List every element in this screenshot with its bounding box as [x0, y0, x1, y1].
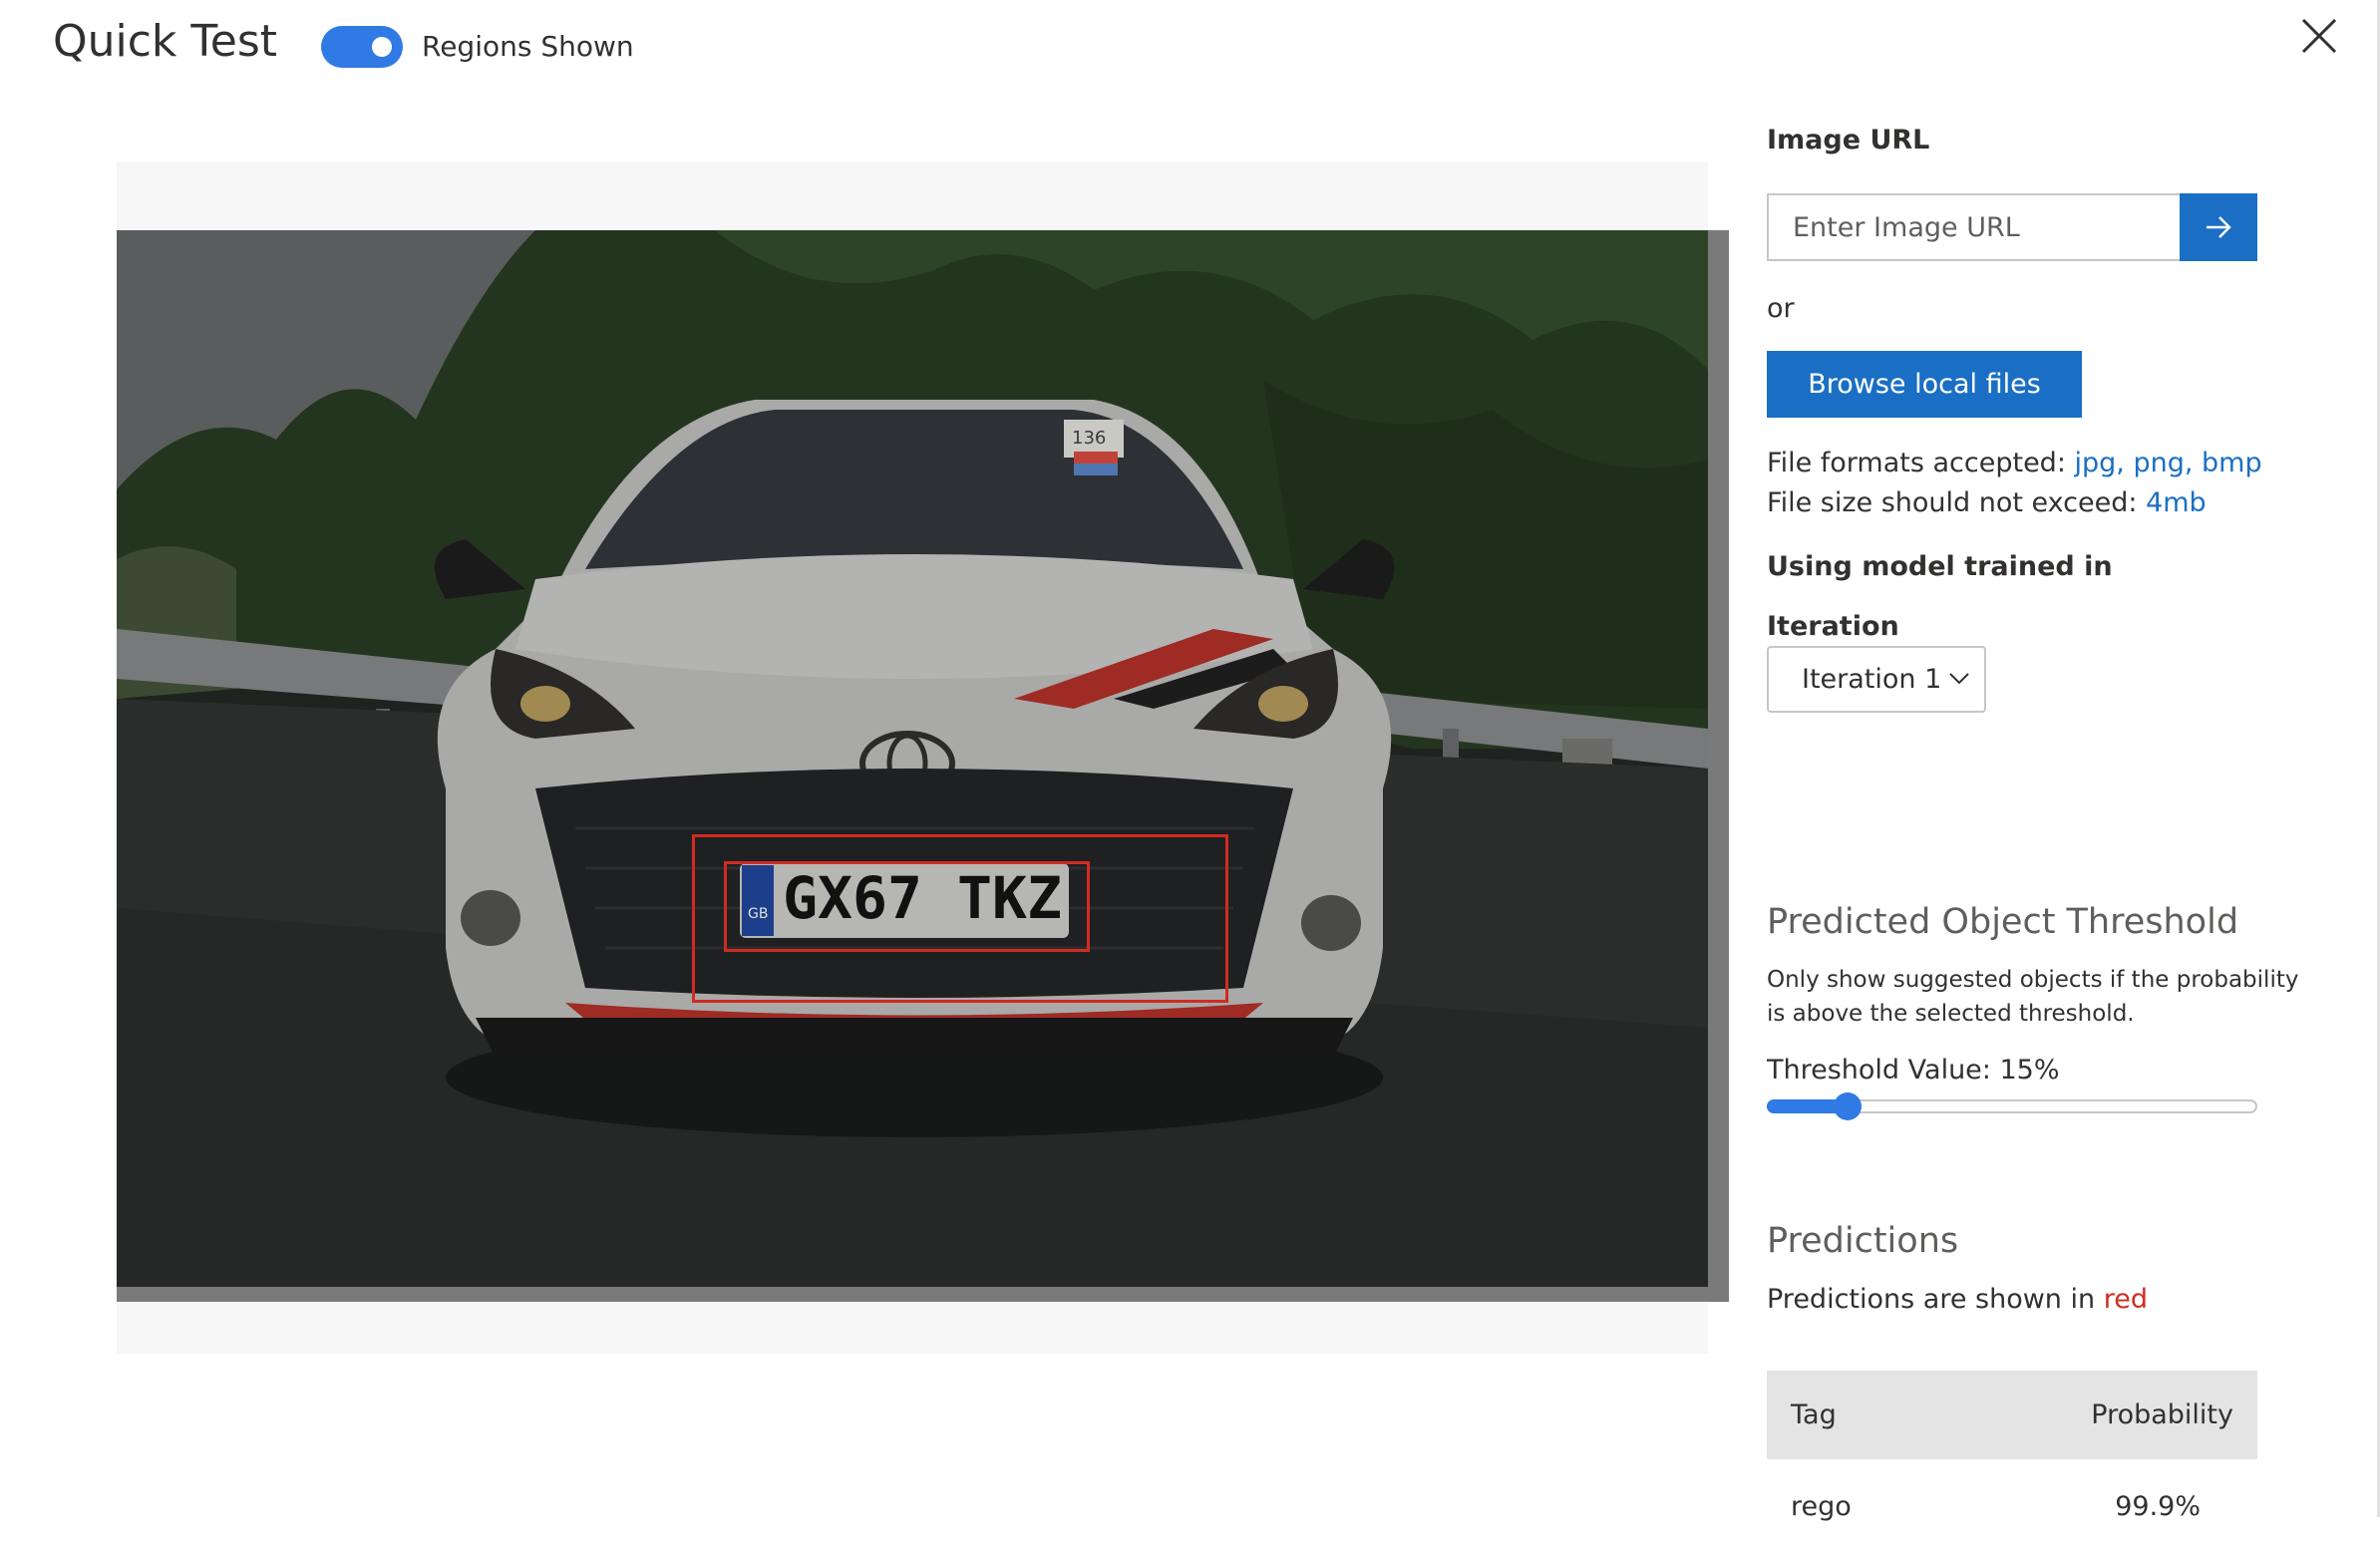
windshield-sticker: 136: [1072, 428, 1106, 449]
regions-toggle[interactable]: [321, 26, 403, 68]
or-text: or: [1767, 293, 1795, 324]
iteration-label: Iteration: [1767, 611, 1899, 642]
url-submit-button[interactable]: [2180, 193, 2257, 261]
prediction-region-plate: [724, 861, 1090, 952]
file-size-label: File size should not exceed:: [1767, 487, 2138, 518]
file-size-value: 4mb: [2146, 487, 2207, 518]
predictions-table: Tag Probability rego 99.9%: [1767, 1371, 2257, 1548]
slider-thumb[interactable]: [1834, 1092, 1862, 1120]
predictions-note: Predictions are shown in red: [1767, 1284, 2148, 1315]
page-title: Quick Test: [53, 16, 278, 67]
car-photo: 136 GB GX67 TKZ: [117, 230, 1708, 1287]
file-formats-value: jpg, png, bmp: [2074, 448, 2262, 478]
threshold-slider[interactable]: [1767, 1092, 2257, 1120]
test-image: 136 GB GX67 TKZ: [117, 230, 1708, 1287]
image-url-input[interactable]: [1767, 193, 2182, 261]
toggle-knob: [372, 37, 392, 57]
image-url-label: Image URL: [1767, 125, 1930, 155]
threshold-heading: Predicted Object Threshold: [1767, 902, 2239, 942]
predictions-note-color: red: [2103, 1284, 2148, 1315]
predictions-note-prefix: Predictions are shown in: [1767, 1284, 2096, 1315]
threshold-description-1: Only show suggested objects if the proba…: [1767, 967, 2299, 993]
column-header-probability: Probability: [2091, 1399, 2233, 1430]
table-header-row: Tag Probability: [1767, 1371, 2257, 1459]
right-panel: Image URL or Browse local files File for…: [1767, 0, 2320, 1522]
row-probability: 99.9%: [2115, 1491, 2201, 1522]
browse-local-files-button[interactable]: Browse local files: [1767, 351, 2082, 418]
file-formats-label: File formats accepted:: [1767, 448, 2066, 478]
table-row[interactable]: rego 99.9%: [1767, 1459, 2257, 1548]
predictions-heading: Predictions: [1767, 1221, 1959, 1261]
model-label: Using model trained in: [1767, 551, 2113, 582]
threshold-description-2: is above the selected threshold.: [1767, 1001, 2135, 1027]
arrow-right-icon: [2207, 216, 2231, 238]
iteration-selected-value: Iteration 1: [1802, 664, 1942, 695]
file-size-line: File size should not exceed: 4mb: [1767, 487, 2207, 518]
threshold-value-label: Threshold Value: 15%: [1767, 1055, 2060, 1085]
column-header-tag: Tag: [1791, 1399, 1837, 1430]
iteration-dropdown[interactable]: Iteration 1: [1767, 646, 1986, 713]
file-formats-line: File formats accepted: jpg, png, bmp: [1767, 448, 2262, 478]
chevron-down-icon: [1949, 673, 1969, 685]
regions-toggle-label: Regions Shown: [422, 30, 634, 63]
row-tag: rego: [1791, 1491, 1852, 1522]
